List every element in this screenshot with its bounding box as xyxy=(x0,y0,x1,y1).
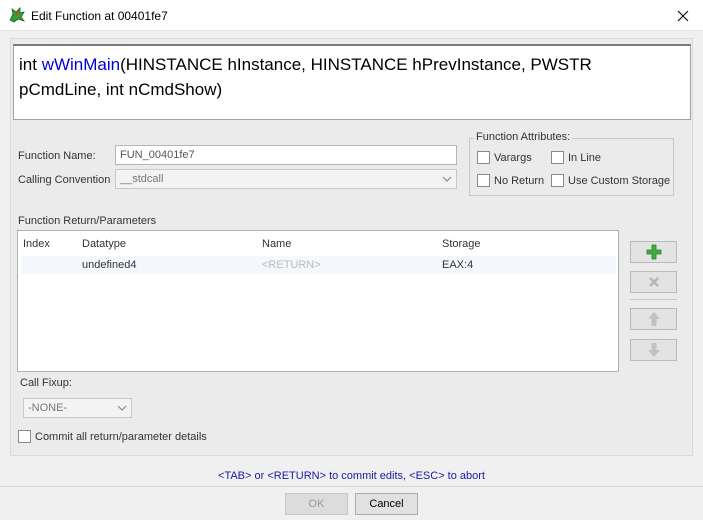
function-name-value: FUN_00401fe7 xyxy=(120,149,195,161)
commit-details-checkbox[interactable]: Commit all return/parameter details xyxy=(18,430,207,443)
signature-return-type: int xyxy=(19,55,42,74)
inline-box[interactable] xyxy=(551,151,564,164)
move-down-button[interactable] xyxy=(630,339,677,361)
varargs-box[interactable] xyxy=(477,151,490,164)
column-header-datatype[interactable]: Datatype xyxy=(82,238,126,250)
function-attributes-title: Function Attributes: xyxy=(474,131,573,143)
column-header-index[interactable]: Index xyxy=(23,238,50,250)
custom-storage-box[interactable] xyxy=(551,174,564,187)
add-parameter-button[interactable] xyxy=(630,241,677,263)
close-icon xyxy=(677,10,689,21)
inline-checkbox[interactable]: In Line xyxy=(551,151,601,164)
plus-icon xyxy=(646,244,661,260)
ok-button[interactable]: OK xyxy=(285,493,348,515)
arrow-up-icon xyxy=(647,312,660,326)
row-name[interactable]: <RETURN> xyxy=(262,259,321,271)
x-icon xyxy=(648,277,659,287)
varargs-checkbox[interactable]: Varargs xyxy=(477,151,532,164)
cancel-button[interactable]: Cancel xyxy=(355,493,418,515)
close-button[interactable] xyxy=(663,0,703,31)
function-name-label: Function Name: xyxy=(18,150,96,162)
row-storage[interactable]: EAX:4 xyxy=(442,259,473,271)
calling-convention-label: Calling Convention xyxy=(18,174,111,186)
calling-convention-select[interactable]: __stdcall xyxy=(115,169,457,189)
calling-convention-value: __stdcall xyxy=(120,173,164,185)
move-up-button[interactable] xyxy=(630,308,677,330)
varargs-label: Varargs xyxy=(494,151,532,164)
column-header-storage[interactable]: Storage xyxy=(442,238,481,250)
call-fixup-select[interactable]: -NONE- xyxy=(23,398,132,418)
dragon-icon xyxy=(9,7,26,23)
params-table: Index Datatype Name Storage undefined4 <… xyxy=(17,230,619,372)
no-return-label: No Return xyxy=(494,174,545,187)
arrow-down-icon xyxy=(647,343,660,357)
function-attributes-group xyxy=(469,138,674,196)
params-section-label: Function Return/Parameters xyxy=(18,215,157,227)
remove-parameter-button[interactable] xyxy=(630,271,677,293)
hint-text: <TAB> or <RETURN> to commit edits, <ESC>… xyxy=(218,470,485,482)
signature-editor[interactable]: int wWinMain(HINSTANCE hInstance, HINSTA… xyxy=(13,44,691,120)
function-name-input[interactable]: FUN_00401fe7 xyxy=(115,145,457,165)
table-row[interactable]: undefined4 <RETURN> EAX:4 xyxy=(21,256,616,274)
signature-params-line1: (HINSTANCE hInstance, HINSTANCE hPrevIns… xyxy=(120,55,592,74)
call-fixup-label: Call Fixup: xyxy=(20,377,72,389)
chevron-down-icon xyxy=(442,176,452,182)
commit-details-box[interactable] xyxy=(18,430,31,443)
column-header-name[interactable]: Name xyxy=(262,238,291,250)
signature-params-line2: pCmdLine, int nCmdShow) xyxy=(19,80,223,99)
row-datatype[interactable]: undefined4 xyxy=(82,259,136,271)
bottom-separator xyxy=(0,486,703,487)
custom-storage-checkbox[interactable]: Use Custom Storage xyxy=(551,174,670,187)
window-title: Edit Function at 00401fe7 xyxy=(31,9,168,23)
side-separator xyxy=(630,299,677,300)
inline-label: In Line xyxy=(568,151,602,164)
no-return-box[interactable] xyxy=(477,174,490,187)
title-bar: Edit Function at 00401fe7 xyxy=(0,0,703,31)
chevron-down-icon xyxy=(117,405,127,411)
call-fixup-value: -NONE- xyxy=(28,402,68,414)
no-return-checkbox[interactable]: No Return xyxy=(477,174,544,187)
signature-function-name: wWinMain xyxy=(41,55,121,74)
commit-details-label: Commit all return/parameter details xyxy=(35,430,207,443)
custom-storage-label: Use Custom Storage xyxy=(568,174,671,187)
